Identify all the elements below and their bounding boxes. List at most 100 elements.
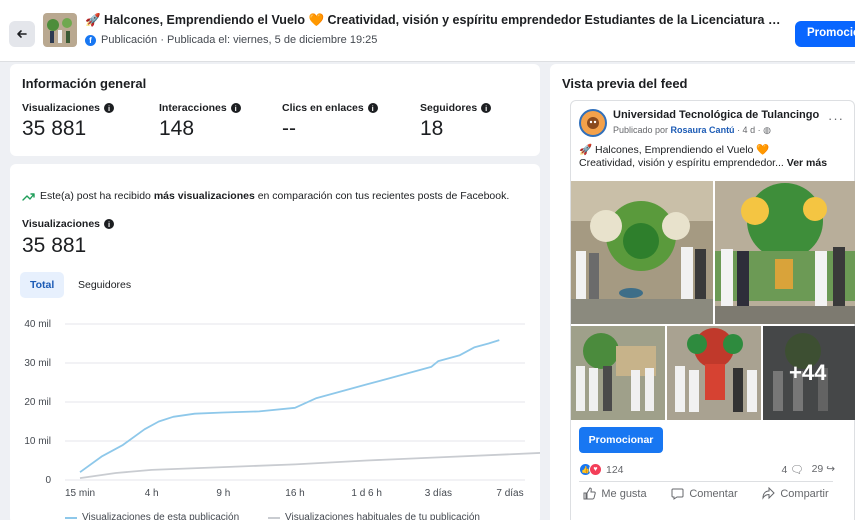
comments-count: 4 — [781, 464, 788, 476]
reaction-icons[interactable]: 👍 ♥ — [579, 463, 602, 476]
caption-line-1: 🚀 Halcones, Emprendiendo el Vuelo 🧡 — [579, 144, 770, 156]
post-date: Publicación · Publicada el: viernes, 5 d… — [101, 34, 378, 46]
legend-swatch — [268, 516, 280, 519]
share-icon — [762, 487, 776, 500]
metric-interactions: Interacciones i 148 — [159, 102, 241, 141]
legend-item-typical: Visualizaciones habituales de tu publica… — [268, 512, 480, 520]
published-by-prefix: Publicado por — [613, 125, 671, 135]
comment-bubble-icon: 🗨 — [790, 464, 804, 476]
caption-text: Creatividad, visión y espíritu emprended… — [579, 157, 787, 169]
metric-label: Clics en enlaces — [282, 102, 364, 114]
shares-count-wrap[interactable]: 29 ↪ — [812, 463, 835, 476]
series-line-this-post — [79, 339, 500, 473]
x-tick-label: 9 h — [216, 488, 230, 499]
divider — [579, 481, 833, 482]
published-by: Publicado por Rosaura Cantú · 4 d · ◍ — [613, 125, 771, 136]
legend-label: Visualizaciones habituales de tu publica… — [285, 512, 480, 520]
metric-value: 148 — [159, 117, 195, 140]
back-button[interactable] — [9, 21, 35, 47]
like-label: Me gusta — [601, 487, 647, 500]
metric-label: Seguidores — [420, 102, 478, 114]
metric-followers: Seguidores i 18 — [420, 102, 492, 141]
y-tick-label: 40 mil — [24, 319, 51, 330]
promote-button[interactable]: Promocionar — [579, 427, 663, 453]
share-label: Compartir — [780, 487, 829, 500]
overview-title: Información general — [22, 76, 147, 91]
legend-label: Visualizaciones de esta publicación — [82, 512, 240, 520]
views-label-row: Visualizaciones i — [22, 218, 115, 230]
more-photos-count: +44 — [789, 360, 827, 385]
legend-swatch — [65, 516, 77, 519]
y-tick-label: 20 mil — [24, 397, 51, 408]
thumbs-up-icon — [583, 487, 597, 500]
trend-suffix: en comparación con tus recientes posts d… — [254, 190, 510, 202]
trending-up-icon — [22, 193, 35, 201]
info-icon[interactable]: i — [367, 103, 378, 113]
trend-prefix: Este(a) post ha recibido — [40, 190, 154, 202]
feed-preview-title: Vista previa del feed — [562, 76, 688, 91]
info-icon[interactable]: i — [104, 103, 115, 113]
x-tick-label: 7 días — [496, 488, 523, 499]
info-icon[interactable]: i — [481, 103, 492, 113]
reactions-count[interactable]: 124 — [606, 464, 624, 476]
views-line-chart: 0 10 mil 20 mil 30 mil 40 mil 15 min 4 h 9 h 16 … — [24, 319, 540, 499]
trend-bold: más visualizaciones — [153, 190, 255, 202]
views-label: Visualizaciones — [22, 218, 101, 230]
photo-1[interactable] — [571, 181, 713, 324]
trend-message: Este(a) post ha recibido más visualizaci… — [22, 190, 509, 202]
y-tick-label: 10 mil — [24, 436, 51, 447]
tab-followers[interactable]: Seguidores — [68, 272, 141, 298]
more-options-button[interactable]: ··· — [828, 111, 844, 126]
comment-button[interactable]: Comentar — [671, 487, 738, 500]
metric-link-clicks: Clics en enlaces i -- — [282, 102, 378, 141]
photo-5-more[interactable]: +44 — [763, 326, 855, 420]
comment-icon — [671, 488, 684, 500]
tab-total[interactable]: Total — [20, 272, 65, 298]
post-thumbnail — [43, 13, 77, 47]
share-arrow-icon: ↪ — [826, 463, 835, 475]
metric-views: Visualizaciones i 35 881 — [22, 102, 115, 141]
metric-label: Interacciones — [159, 102, 227, 114]
post-actions: Me gusta Comentar Compartir — [571, 487, 841, 500]
info-icon[interactable]: i — [104, 219, 115, 229]
see-more-link[interactable]: Ver más — [787, 157, 827, 169]
series-line-typical — [79, 452, 540, 479]
published-meta: · 4 d · — [734, 125, 764, 135]
caption-line-2: Creatividad, visión y espíritu emprended… — [579, 157, 827, 169]
metric-value: 18 — [420, 117, 444, 140]
metric-value: -- — [282, 117, 296, 140]
promote-button-top[interactable]: Promocion — [795, 21, 855, 47]
x-tick-label: 4 h — [145, 488, 159, 499]
feed-post-preview: Universidad Tecnológica de Tulancingo Pu… — [570, 100, 855, 520]
comments-count-wrap[interactable]: 4 🗨 — [781, 463, 803, 476]
arrow-left-icon — [17, 30, 27, 38]
views-total: 35 881 — [22, 234, 87, 257]
y-tick-label: 30 mil — [24, 358, 51, 369]
metric-label: Visualizaciones — [22, 102, 101, 114]
globe-icon: ◍ — [763, 125, 771, 135]
photo-4[interactable] — [667, 326, 761, 420]
y-tick-label: 0 — [45, 475, 51, 486]
shares-count: 29 — [811, 463, 824, 475]
facebook-icon: f — [85, 34, 96, 46]
share-button[interactable]: Compartir — [762, 487, 829, 500]
metric-value: 35 881 — [22, 117, 87, 140]
overview-card: Información general Visualizaciones i 35 … — [10, 64, 540, 156]
post-title: 🚀 Halcones, Emprendiendo el Vuelo 🧡 Crea… — [85, 13, 785, 27]
legend-item-this-post: Visualizaciones de esta publicación — [65, 512, 239, 520]
info-icon[interactable]: i — [230, 103, 241, 113]
page-avatar[interactable] — [579, 109, 607, 137]
photo-3[interactable] — [571, 326, 665, 420]
x-tick-label: 15 min — [65, 488, 95, 499]
comment-label: Comentar — [689, 487, 738, 500]
x-tick-label: 1 d 6 h — [351, 488, 382, 499]
love-reaction-icon: ♥ — [589, 463, 602, 476]
post-subtitle: f Publicación · Publicada el: viernes, 5… — [85, 34, 377, 46]
performance-card: Este(a) post ha recibido más visualizaci… — [10, 164, 540, 520]
x-tick-label: 3 días — [425, 488, 452, 499]
x-tick-label: 16 h — [285, 488, 304, 499]
author-name[interactable]: Rosaura Cantú — [671, 125, 735, 135]
photo-2[interactable] — [715, 181, 855, 324]
page-name[interactable]: Universidad Tecnológica de Tulancingo — [613, 109, 819, 121]
like-button[interactable]: Me gusta — [583, 487, 647, 500]
